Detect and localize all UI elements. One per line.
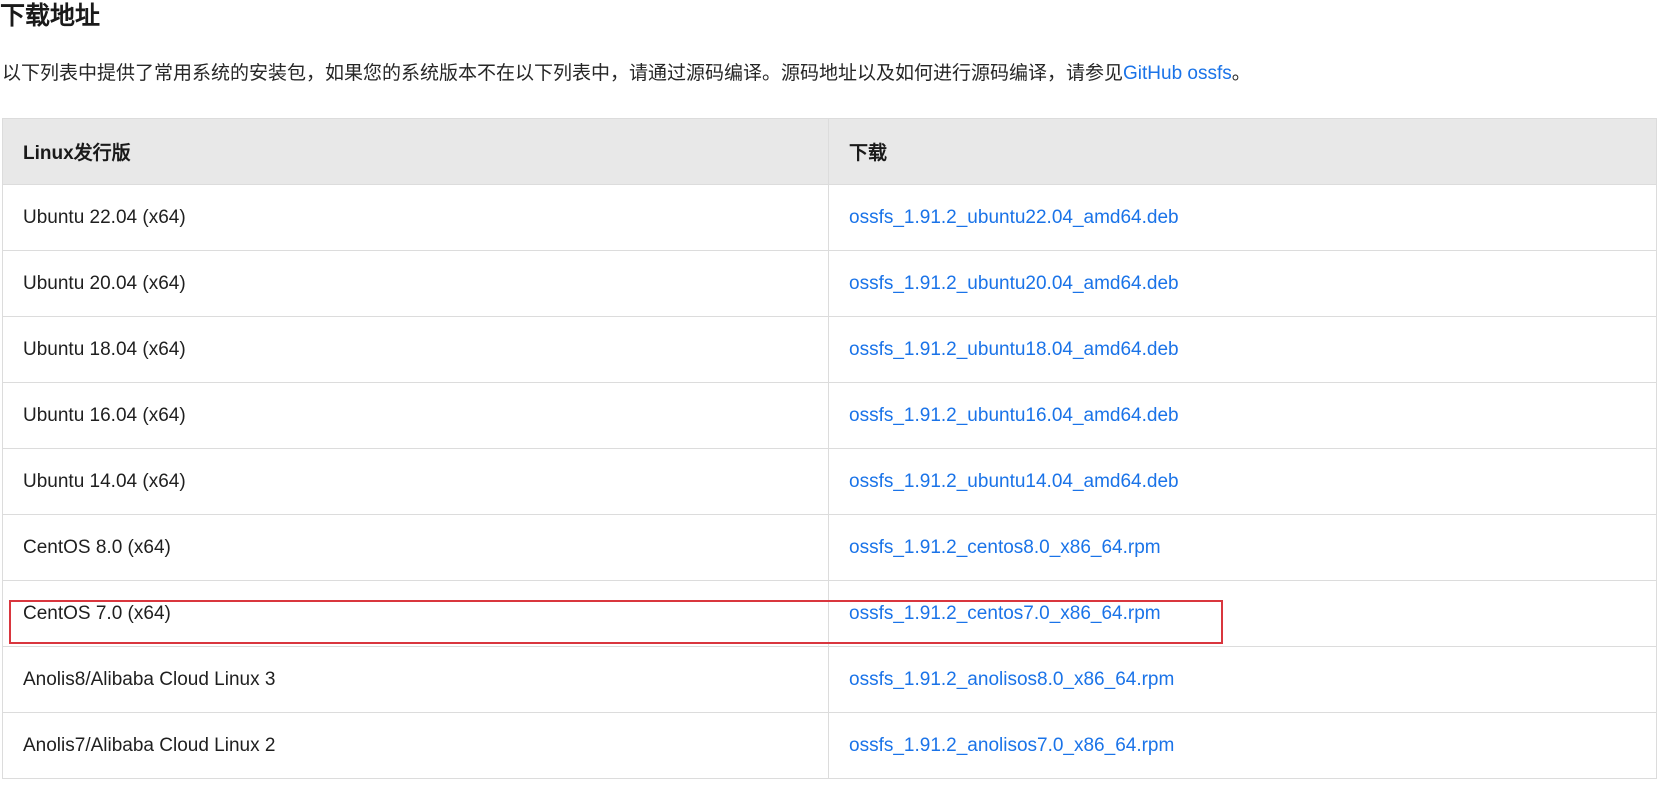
intro-suffix: 。 xyxy=(1231,63,1251,84)
distro-cell: Ubuntu 16.04 (x64) xyxy=(2,382,829,449)
distro-cell: Ubuntu 22.04 (x64) xyxy=(2,184,829,251)
distro-cell: Ubuntu 18.04 (x64) xyxy=(2,316,829,383)
download-cell: ossfs_1.91.2_ubuntu22.04_amd64.deb xyxy=(828,184,1657,251)
distro-cell: CentOS 7.0 (x64) xyxy=(2,580,829,647)
download-cell: ossfs_1.91.2_centos8.0_x86_64.rpm xyxy=(828,514,1657,581)
header-download: 下载 xyxy=(828,118,1657,185)
download-link[interactable]: ossfs_1.91.2_centos8.0_x86_64.rpm xyxy=(849,537,1161,558)
download-link[interactable]: ossfs_1.91.2_centos7.0_x86_64.rpm xyxy=(849,603,1161,624)
download-link[interactable]: ossfs_1.91.2_ubuntu18.04_amd64.deb xyxy=(849,339,1179,360)
table-row: CentOS 8.0 (x64) ossfs_1.91.2_centos8.0_… xyxy=(2,514,1657,581)
download-cell: ossfs_1.91.2_ubuntu20.04_amd64.deb xyxy=(828,250,1657,317)
distro-cell: Ubuntu 14.04 (x64) xyxy=(2,448,829,515)
page: 下载地址 以下列表中提供了常用系统的安装包，如果您的系统版本不在以下列表中，请通… xyxy=(0,0,1658,796)
intro-text: 以下列表中提供了常用系统的安装包，如果您的系统版本不在以下列表中，请通过源码编译… xyxy=(2,63,1124,84)
table-row: Ubuntu 14.04 (x64) ossfs_1.91.2_ubuntu14… xyxy=(2,448,1657,515)
table-row: Ubuntu 18.04 (x64) ossfs_1.91.2_ubuntu18… xyxy=(2,316,1657,383)
distro-cell: CentOS 8.0 (x64) xyxy=(2,514,829,581)
table-row: Ubuntu 16.04 (x64) ossfs_1.91.2_ubuntu16… xyxy=(2,382,1657,449)
table-row: Anolis8/Alibaba Cloud Linux 3 ossfs_1.91… xyxy=(2,646,1657,713)
download-link[interactable]: ossfs_1.91.2_anolisos7.0_x86_64.rpm xyxy=(849,735,1174,756)
table-row: Ubuntu 22.04 (x64) ossfs_1.91.2_ubuntu22… xyxy=(2,184,1657,251)
download-link[interactable]: ossfs_1.91.2_ubuntu22.04_amd64.deb xyxy=(849,207,1179,228)
table-row: CentOS 7.0 (x64) ossfs_1.91.2_centos7.0_… xyxy=(2,580,1657,647)
download-table: Linux发行版 下载 Ubuntu 22.04 (x64) ossfs_1.9… xyxy=(2,118,1657,779)
download-cell: ossfs_1.91.2_anolisos8.0_x86_64.rpm xyxy=(828,646,1657,713)
download-link[interactable]: ossfs_1.91.2_anolisos8.0_x86_64.rpm xyxy=(849,669,1174,690)
download-link[interactable]: ossfs_1.91.2_ubuntu16.04_amd64.deb xyxy=(849,405,1179,426)
header-linux-distro: Linux发行版 xyxy=(2,118,829,185)
download-cell: ossfs_1.91.2_centos7.0_x86_64.rpm xyxy=(828,580,1657,647)
table-row: Anolis7/Alibaba Cloud Linux 2 ossfs_1.91… xyxy=(2,712,1657,779)
distro-cell: Anolis8/Alibaba Cloud Linux 3 xyxy=(2,646,829,713)
download-cell: ossfs_1.91.2_anolisos7.0_x86_64.rpm xyxy=(828,712,1657,779)
table-row: Ubuntu 20.04 (x64) ossfs_1.91.2_ubuntu20… xyxy=(2,250,1657,317)
download-link[interactable]: ossfs_1.91.2_ubuntu20.04_amd64.deb xyxy=(849,273,1179,294)
download-cell: ossfs_1.91.2_ubuntu16.04_amd64.deb xyxy=(828,382,1657,449)
download-link[interactable]: ossfs_1.91.2_ubuntu14.04_amd64.deb xyxy=(849,471,1179,492)
intro-paragraph: 以下列表中提供了常用系统的安装包，如果您的系统版本不在以下列表中，请通过源码编译… xyxy=(2,60,1251,88)
download-cell: ossfs_1.91.2_ubuntu14.04_amd64.deb xyxy=(828,448,1657,515)
distro-cell: Ubuntu 20.04 (x64) xyxy=(2,250,829,317)
table-header-row: Linux发行版 下载 xyxy=(2,118,1657,185)
page-title: 下载地址 xyxy=(0,2,101,30)
github-ossfs-link[interactable]: GitHub ossfs xyxy=(1123,63,1232,84)
distro-cell: Anolis7/Alibaba Cloud Linux 2 xyxy=(2,712,829,779)
download-cell: ossfs_1.91.2_ubuntu18.04_amd64.deb xyxy=(828,316,1657,383)
